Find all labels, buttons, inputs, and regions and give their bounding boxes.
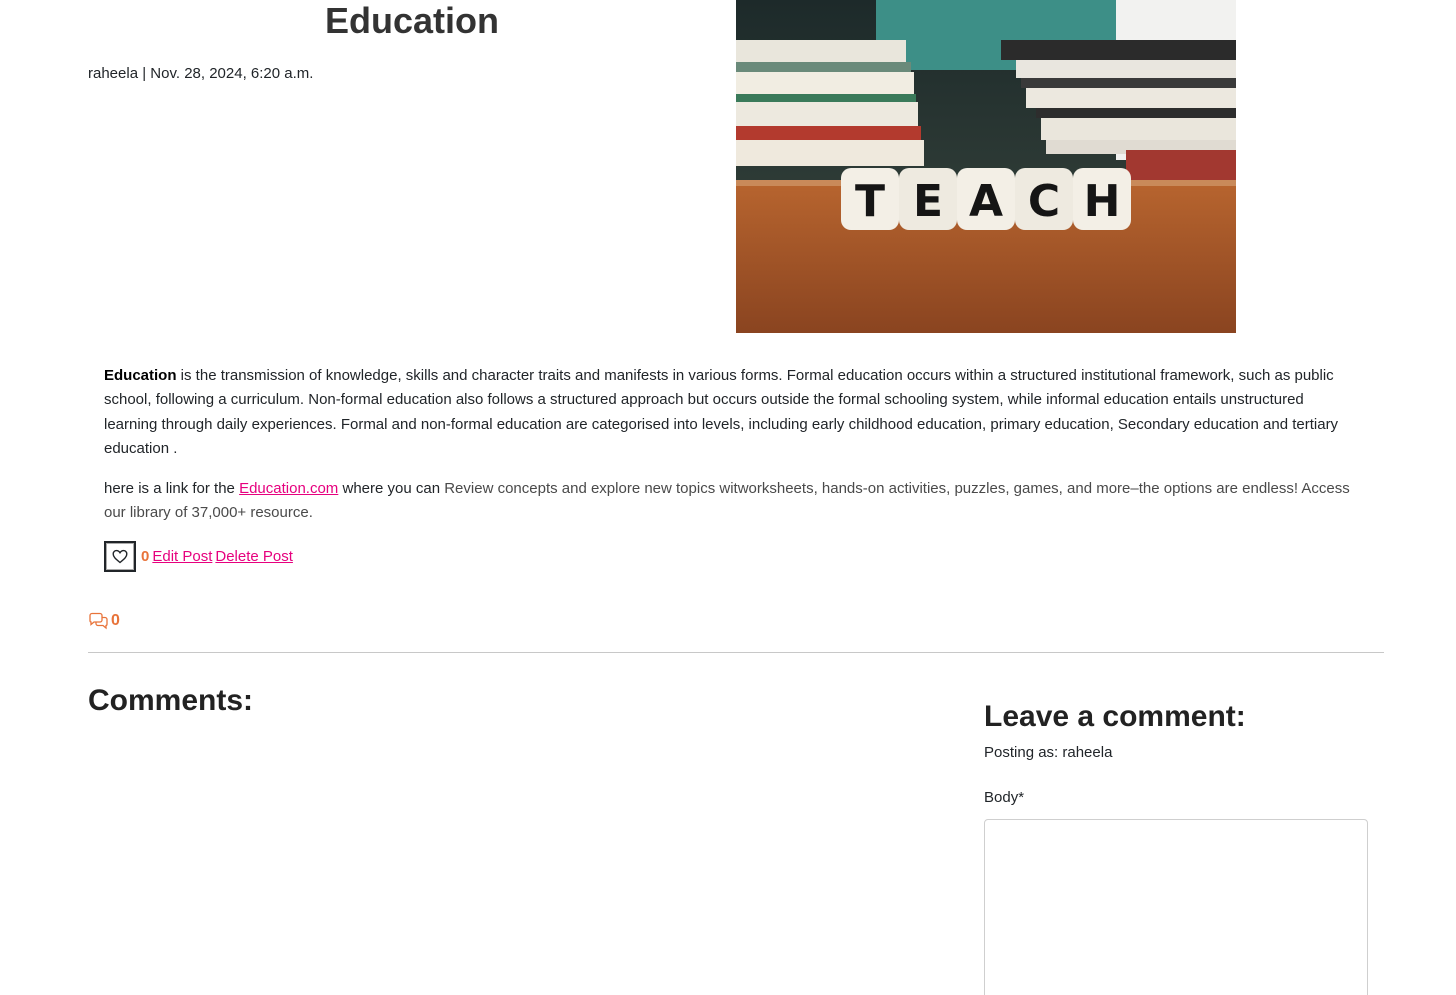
svg-text:T: T (855, 176, 885, 227)
post-paragraph-intro: Education is the transmission of knowled… (104, 364, 1354, 461)
paragraph-text: where you can (338, 480, 445, 498)
comment-count-value: 0 (111, 612, 120, 629)
posting-as-label: Posting as: raheela (984, 744, 1113, 761)
post-actions: 0 Edit Post Delete Post (104, 541, 293, 572)
post-body: Education is the transmission of knowled… (104, 364, 1354, 542)
comment-count: 0 (88, 612, 120, 630)
edit-post-link[interactable]: Edit Post (152, 548, 212, 565)
post-title: Education (324, 0, 499, 41)
heart-icon (112, 549, 128, 564)
post-image: T E A C H (736, 0, 1236, 333)
education-com-link[interactable]: Education.com (239, 480, 338, 497)
paragraph-text: here is a link for the (104, 480, 240, 498)
paragraph-text: is the transmission of knowledge, skills… (104, 367, 1339, 457)
comments-heading: Comments: (88, 684, 254, 717)
like-count: 0 (141, 548, 150, 565)
like-button[interactable] (104, 541, 136, 572)
comment-body-input[interactable] (984, 819, 1368, 995)
post-paragraph-link: here is a link for the Education.com whe… (104, 477, 1354, 526)
post-meta: raheela | Nov. 28, 2024, 6:20 a.m. (88, 64, 313, 84)
meta-separator: | (142, 65, 147, 82)
svg-text:C: C (1028, 176, 1060, 227)
svg-text:A: A (969, 176, 1003, 227)
term-education: Education (104, 367, 177, 384)
delete-post-link[interactable]: Delete Post (215, 548, 293, 565)
body-label: Body* (984, 789, 1025, 806)
svg-text:E: E (913, 176, 943, 227)
leave-comment-heading: Leave a comment: (984, 700, 1246, 733)
section-divider (88, 652, 1384, 653)
svg-text:H: H (1084, 176, 1121, 227)
post-author: raheela (88, 65, 139, 82)
comments-icon (89, 612, 108, 630)
post-date: Nov. 28, 2024, 6:20 a.m. (150, 65, 314, 82)
